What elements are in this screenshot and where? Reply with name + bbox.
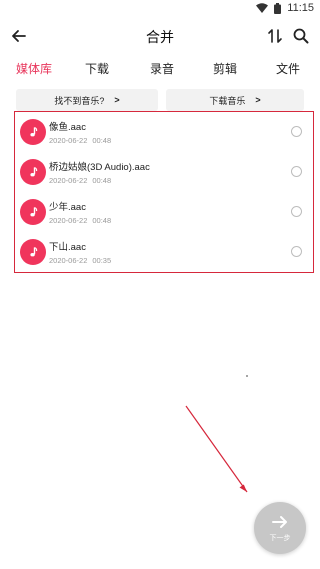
arrow-right-icon: [272, 516, 287, 528]
next-step-label: 下一步: [269, 535, 291, 542]
annotation-arrow: [185, 405, 248, 493]
next-step-button[interactable]: 下一步: [254, 502, 306, 554]
